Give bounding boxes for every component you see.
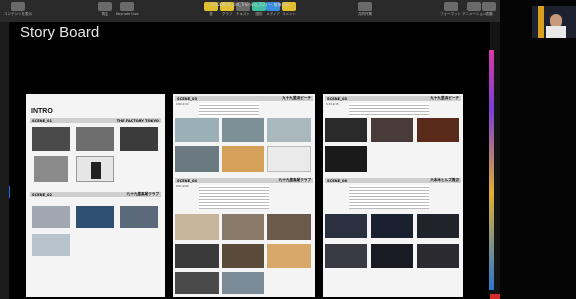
format-button[interactable]: フォーマット bbox=[440, 2, 461, 20]
storyboard-page-1[interactable]: INTRO SCENE_01 THE FACTORY TOKYO SCENE_0… bbox=[26, 94, 165, 297]
participant-video bbox=[532, 6, 576, 38]
scene-02-location: 九十九里高尾クラブ bbox=[126, 192, 159, 196]
storyboard-thumbnail bbox=[222, 146, 264, 172]
storyboard-thumbnail bbox=[267, 244, 311, 268]
storyboard-thumbnail bbox=[325, 214, 367, 238]
storyboard-thumbnail bbox=[32, 206, 70, 228]
play-button-label: 再生 bbox=[101, 12, 109, 16]
format-button-label: フォーマット bbox=[440, 12, 461, 16]
scene-05-label: SCENE_05 bbox=[327, 96, 347, 101]
storyboard-thumbnail bbox=[325, 118, 367, 142]
video-background-stripe bbox=[538, 6, 544, 38]
storyboard-thumbnail bbox=[371, 244, 413, 268]
participant-shirt bbox=[546, 26, 566, 38]
scene-04-timecode: 0:01-0:04 bbox=[176, 185, 189, 188]
collaborate-icon bbox=[358, 2, 372, 11]
scene-04-header: SCENE_04 九十九里高尾クラブ bbox=[175, 178, 313, 183]
storyboard-thumbnail bbox=[32, 127, 70, 151]
storyboard-thumbnail bbox=[267, 118, 311, 142]
storyboard-thumbnail bbox=[175, 244, 219, 268]
storyboard-thumbnail bbox=[76, 127, 114, 151]
collaborate-button[interactable]: 共同作業 bbox=[358, 2, 372, 20]
collaborate-button-label: 共同作業 bbox=[358, 12, 372, 16]
toolbar: コンテンツを表示 再生 Keynote Live 表 グラフ テキスト 図形 メ… bbox=[0, 0, 500, 23]
storyboard-thumbnail bbox=[32, 234, 70, 256]
scene-03-timecode: 0:00-0:13 bbox=[176, 103, 189, 106]
storyboard-thumbnail bbox=[417, 214, 459, 238]
scene-06-script bbox=[349, 185, 429, 209]
storyboard-thumbnail bbox=[76, 206, 114, 228]
document-button-label: 書類 bbox=[485, 12, 493, 16]
red-indicator bbox=[490, 294, 500, 299]
keynote-live-button[interactable]: Keynote Live bbox=[116, 2, 139, 20]
storyboard-thumbnail bbox=[175, 118, 219, 142]
scene-03-script bbox=[199, 103, 259, 117]
left-scroll-rail[interactable] bbox=[0, 22, 9, 299]
document-button[interactable]: 書類 bbox=[482, 2, 496, 20]
slide-title[interactable]: Story Board bbox=[20, 24, 99, 41]
storyboard-thumbnail bbox=[120, 127, 158, 151]
storyboard-page-2[interactable]: SCENE_03 九十九里浜ビーチ 0:00-0:13 SCENE_04 九十九… bbox=[173, 94, 315, 297]
intro-heading: INTRO bbox=[31, 108, 53, 115]
storyboard-thumbnail bbox=[267, 146, 311, 172]
scene-05-script bbox=[349, 103, 429, 117]
storyboard-thumbnail bbox=[175, 272, 219, 294]
scene-05-timecode: 0:13-0:15 bbox=[326, 103, 339, 106]
play-icon bbox=[98, 2, 112, 11]
storyboard-thumbnail bbox=[222, 118, 264, 142]
scene-06-location: 六本木ヒルズ周辺 bbox=[430, 178, 459, 182]
chart-button-label: グラフ bbox=[221, 12, 233, 16]
play-button[interactable]: 再生 bbox=[98, 2, 112, 20]
storyboard-thumbnail bbox=[222, 214, 264, 240]
document-icon bbox=[482, 2, 496, 11]
storyboard-thumbnail bbox=[175, 214, 219, 240]
storyboard-thumbnail bbox=[76, 156, 114, 182]
scene-01-location: THE FACTORY TOKYO bbox=[116, 118, 159, 123]
storyboard-thumbnail bbox=[371, 118, 413, 142]
storyboard-thumbnail bbox=[371, 214, 413, 238]
scene-03-label: SCENE_03 bbox=[177, 96, 197, 101]
keynote-live-icon bbox=[120, 2, 135, 11]
table-button-label: 表 bbox=[209, 12, 213, 16]
scene-05-location: 九十九里浜ビーチ bbox=[430, 96, 459, 100]
keynote-live-label: Keynote Live bbox=[116, 12, 139, 16]
scene-04-label: SCENE_04 bbox=[177, 178, 197, 183]
scene-04-script bbox=[199, 185, 269, 209]
view-button-label: コンテンツを表示 bbox=[4, 12, 32, 16]
scene-04-location: 九十九里高尾クラブ bbox=[278, 178, 311, 182]
comment-button-label: コメント bbox=[282, 12, 296, 16]
scene-02-label: SCENE_02 bbox=[32, 192, 52, 197]
media-button-label: メディア bbox=[266, 12, 280, 16]
storyboard-thumbnail bbox=[34, 156, 68, 182]
color-bar bbox=[489, 50, 494, 290]
storyboard-thumbnail bbox=[417, 118, 459, 142]
view-icon bbox=[11, 2, 25, 11]
storyboard-thumbnail bbox=[267, 214, 311, 240]
storyboard-thumbnail bbox=[175, 146, 219, 172]
storyboard-thumbnail bbox=[222, 272, 264, 294]
animate-icon bbox=[467, 2, 482, 11]
scene-05-header: SCENE_05 九十九里浜ビーチ bbox=[325, 96, 461, 101]
view-button[interactable]: コンテンツを表示 bbox=[4, 2, 32, 20]
scene-06-header: SCENE_06 六本木ヒルズ周辺 bbox=[325, 178, 461, 183]
scene-01-header: SCENE_01 THE FACTORY TOKYO bbox=[30, 118, 161, 123]
document-title: 20220804_Old_Training_2(2) — 編集済み bbox=[210, 2, 290, 7]
storyboard-thumbnail bbox=[222, 244, 264, 268]
shape-button-label: 図形 bbox=[255, 12, 263, 16]
storyboard-thumbnail bbox=[325, 146, 367, 172]
scene-03-header: SCENE_03 九十九里浜ビーチ bbox=[175, 96, 313, 101]
storyboard-page-3[interactable]: SCENE_05 九十九里浜ビーチ 0:13-0:15 SCENE_06 六本木… bbox=[323, 94, 463, 297]
scene-01-label: SCENE_01 bbox=[32, 118, 52, 123]
storyboard-thumbnail bbox=[417, 244, 459, 268]
scene-02-header: SCENE_02 九十九里高尾クラブ bbox=[30, 192, 161, 197]
text-button-label: テキスト bbox=[236, 12, 250, 16]
format-icon bbox=[443, 2, 458, 11]
storyboard-thumbnail bbox=[325, 244, 367, 268]
scene-03-location: 九十九里浜ビーチ bbox=[282, 96, 311, 100]
scene-06-label: SCENE_06 bbox=[327, 178, 347, 183]
storyboard-thumbnail bbox=[120, 206, 158, 228]
